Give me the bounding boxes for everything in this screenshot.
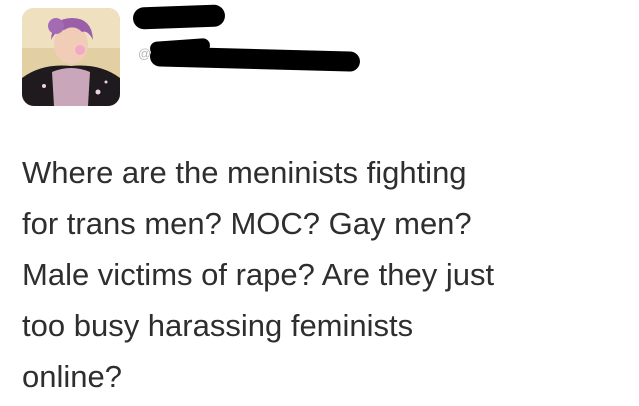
tweet-text-line: for trans men? MOC? Gay men? (22, 206, 472, 241)
profile-photo-icon (22, 8, 120, 106)
display-name-redaction (132, 4, 226, 30)
handle-redaction (149, 46, 361, 72)
tweet-text-line: online? (22, 359, 122, 394)
tweet-text: Where are the meninists fighting for tra… (22, 147, 632, 402)
tweet-text-line: Where are the meninists fighting (22, 155, 467, 190)
tweet-text-line: too busy harassing feminists (22, 308, 414, 343)
avatar[interactable] (22, 8, 120, 106)
tweet-text-line: Male victims of rape? Are they just (22, 257, 495, 292)
tweet-card: @ Where are the meninists fighting for t… (0, 0, 639, 406)
